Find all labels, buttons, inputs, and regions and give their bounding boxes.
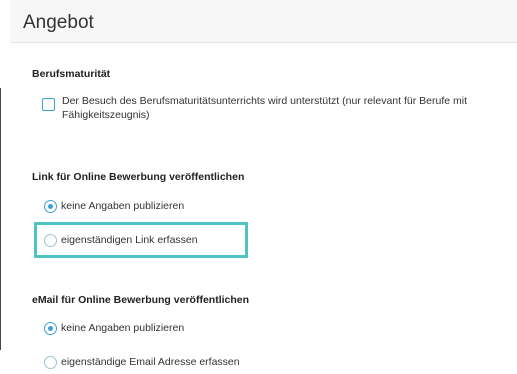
- email-radio-keine-angaben-label[interactable]: keine Angaben publizieren: [61, 321, 184, 335]
- link-radio-keine-angaben[interactable]: [44, 200, 57, 213]
- page: Angebot Berufsmaturität Der Besuch des B…: [0, 0, 517, 374]
- berufsmaturitaet-title: Berufsmaturität: [32, 68, 111, 80]
- link-radio-eigenstaendig[interactable]: [44, 234, 57, 247]
- link-section-title: Link für Online Bewerbung veröffentliche…: [32, 171, 245, 183]
- page-title: Angebot: [23, 12, 94, 33]
- email-radio-keine-angaben[interactable]: [44, 322, 57, 335]
- email-radio-eigenstaendig-label[interactable]: eigenständige Email Adresse erfassen: [61, 355, 240, 369]
- link-radio-keine-angaben-label[interactable]: keine Angaben publizieren: [61, 199, 184, 213]
- email-radio-eigenstaendig[interactable]: [44, 356, 57, 369]
- link-radio-eigenstaendig-label[interactable]: eigenständigen Link erfassen: [61, 233, 198, 247]
- email-section-title: eMail für Online Bewerbung veröffentlich…: [32, 294, 250, 306]
- panel-left-border: [0, 88, 1, 350]
- section-header: Angebot: [10, 0, 517, 43]
- berufsmaturitaet-checkbox[interactable]: [42, 98, 55, 111]
- berufsmaturitaet-checkbox-label[interactable]: Der Besuch des Berufsmaturitätsunterrich…: [62, 94, 502, 122]
